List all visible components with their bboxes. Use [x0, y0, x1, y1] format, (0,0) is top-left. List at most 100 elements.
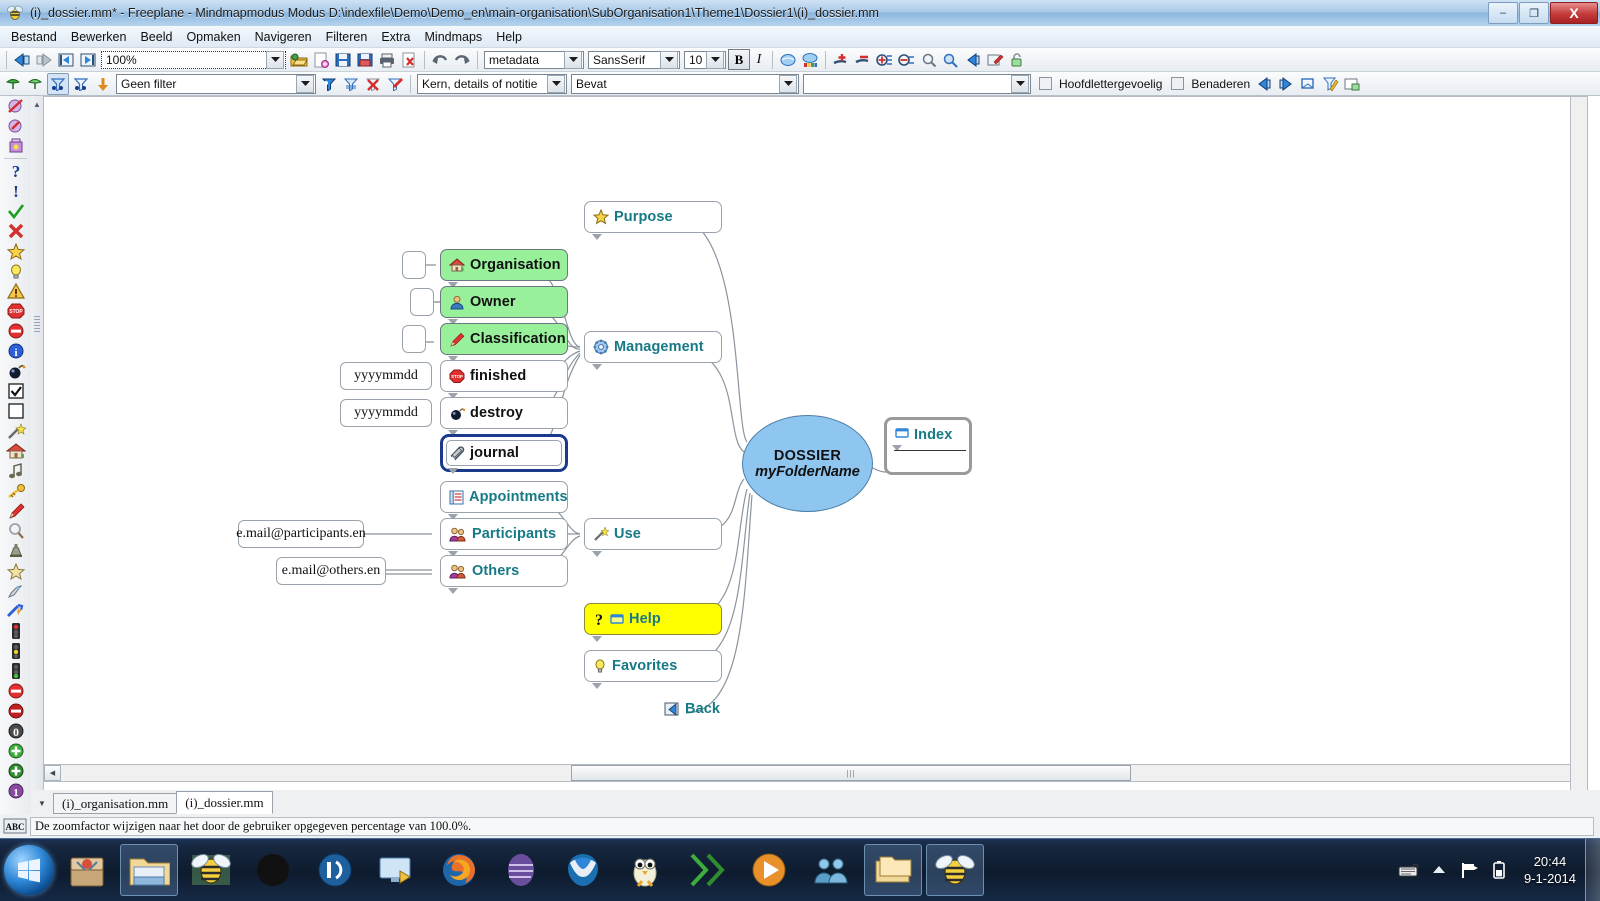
pencil-icon[interactable] — [4, 501, 28, 521]
checkmark-icon[interactable] — [4, 201, 28, 221]
taskbar-item-thunderbird[interactable] — [554, 844, 612, 896]
menu-bewerken[interactable]: Bewerken — [64, 28, 134, 46]
menu-opmaken[interactable]: Opmaken — [179, 28, 247, 46]
taskbar-item-purple-app[interactable] — [492, 844, 550, 896]
save-as-icon[interactable] — [355, 50, 375, 70]
bomb-icon[interactable] — [4, 361, 28, 381]
tab-dropdown-icon[interactable]: ▼ — [31, 792, 53, 814]
node-organisation[interactable]: Organisation — [440, 249, 568, 281]
attribute-owner[interactable] — [410, 288, 434, 316]
print-icon[interactable] — [377, 50, 397, 70]
attribute-finished[interactable]: yyyymmdd — [340, 362, 432, 390]
vertical-scrollbar[interactable] — [1570, 96, 1588, 818]
filter-selected-nodes-icon[interactable] — [47, 73, 69, 95]
music-note-icon[interactable] — [4, 461, 28, 481]
root-node[interactable]: DOSSIER myFolderName — [742, 415, 873, 512]
show-hidden-icons-icon[interactable] — [1424, 855, 1454, 885]
warning-triangle-icon[interactable] — [4, 281, 28, 301]
rocket-icon[interactable] — [4, 581, 28, 601]
chevron-down-icon[interactable] — [779, 75, 797, 93]
menu-beeld[interactable]: Beeld — [133, 28, 179, 46]
tab-organisation[interactable]: (i)_organisation.mm — [53, 793, 177, 814]
key-icon[interactable] — [4, 481, 28, 501]
magic-wand-icon[interactable] — [4, 421, 28, 441]
wrench-lightning-icon[interactable] — [4, 601, 28, 621]
chevron-down-icon[interactable] — [266, 51, 284, 69]
redo-icon[interactable] — [452, 50, 472, 70]
node-help[interactable]: ? Help — [584, 603, 722, 635]
node-finished[interactable]: STOP finished — [440, 360, 568, 392]
approximate-checkbox[interactable] — [1171, 77, 1184, 90]
filter-selection-icon[interactable] — [1298, 74, 1318, 94]
chevron-down-icon[interactable] — [564, 51, 582, 69]
node-purpose[interactable]: Purpose — [584, 201, 722, 233]
attribute-participants[interactable]: e.mail@participants.en — [238, 520, 364, 548]
hscroll-thumb[interactable]: ||| — [571, 765, 1131, 781]
edit-node-icon[interactable] — [985, 50, 1005, 70]
navigate-forward-icon[interactable] — [34, 50, 54, 70]
filter-search-combo[interactable] — [803, 74, 1031, 94]
taskbar-item-mediaplayer[interactable] — [740, 844, 798, 896]
traffic-light-green-icon[interactable] — [4, 661, 28, 681]
menu-navigeren[interactable]: Navigeren — [248, 28, 319, 46]
filter-previous-icon[interactable] — [1254, 74, 1274, 94]
node-use[interactable]: Use — [584, 518, 722, 550]
mindmap-canvas[interactable]: DOSSIER myFolderName Index Purpose — [43, 96, 1588, 818]
apply-filter-down-icon[interactable] — [93, 74, 113, 94]
node-favorites[interactable]: Favorites — [584, 650, 722, 682]
node-participants[interactable]: Participants — [440, 518, 568, 550]
save-icon[interactable] — [333, 50, 353, 70]
add-connector-icon[interactable] — [831, 50, 851, 70]
taskbar-item-users[interactable] — [802, 844, 860, 896]
taskbar-item-folders[interactable] — [864, 844, 922, 896]
taskbar-item-pidgin[interactable] — [616, 844, 674, 896]
fold-marker[interactable] — [448, 588, 458, 594]
taskbar-item-obs[interactable] — [244, 844, 302, 896]
horizontal-scrollbar[interactable]: ◀ ||| ▶ — [43, 764, 1588, 782]
info-icon[interactable]: i — [4, 341, 28, 361]
bold-button[interactable]: B — [728, 49, 750, 70]
filter-uphill-icon[interactable] — [3, 74, 23, 94]
node-back[interactable]: Back — [656, 695, 756, 723]
clear-filter-icon[interactable] — [363, 74, 383, 94]
bell-icon[interactable] — [4, 541, 28, 561]
increase-branch-icon[interactable] — [875, 50, 895, 70]
node-destroy[interactable]: destroy — [440, 397, 568, 429]
fold-marker[interactable] — [592, 683, 602, 689]
restore-button[interactable]: ❐ — [1519, 2, 1549, 24]
fontsize-combo[interactable]: 10 — [684, 51, 726, 69]
minimize-button[interactable]: – — [1488, 2, 1518, 24]
lightbulb-icon[interactable] — [4, 261, 28, 281]
font-combo[interactable]: SansSerif — [588, 51, 680, 69]
chevron-down-icon[interactable] — [660, 51, 678, 69]
case-sensitive-checkbox-wrap[interactable]: Hoofdlettergevoelig — [1039, 77, 1165, 91]
menu-filteren[interactable]: Filteren — [319, 28, 375, 46]
taskbar-item-remote-desktop[interactable] — [368, 844, 426, 896]
scroll-left-button[interactable]: ◀ — [44, 765, 61, 781]
edit-filter-icon[interactable] — [319, 74, 339, 94]
chevron-up-icon[interactable]: ▲ — [32, 98, 42, 110]
filter-next-icon[interactable] — [1276, 74, 1296, 94]
node-management[interactable]: Management — [584, 331, 722, 363]
taskbar-item-media[interactable] — [306, 844, 364, 896]
show-desktop-button[interactable] — [1585, 839, 1600, 901]
node-color-icon[interactable] — [778, 50, 798, 70]
case-sensitive-checkbox[interactable] — [1039, 77, 1052, 90]
star-outline-icon[interactable] — [4, 561, 28, 581]
traffic-light-red-icon[interactable] — [4, 621, 28, 641]
star-yellow-icon[interactable] — [4, 241, 28, 261]
decrease-branch-icon[interactable] — [897, 50, 917, 70]
fold-marker[interactable] — [448, 468, 458, 474]
checkbox-checked-icon[interactable] — [4, 381, 28, 401]
filter-descendants-icon[interactable] — [71, 74, 91, 94]
chevron-down-icon[interactable] — [1011, 75, 1029, 93]
one-purple-icon[interactable]: 1 — [4, 781, 28, 801]
traffic-light-yellow-icon[interactable] — [4, 641, 28, 661]
icon-chooser-icon[interactable] — [4, 136, 28, 156]
attribute-destroy[interactable]: yyyymmdd — [340, 399, 432, 427]
search-icon[interactable] — [4, 521, 28, 541]
close-map-icon[interactable] — [399, 50, 419, 70]
fold-marker[interactable] — [592, 234, 602, 240]
menu-help[interactable]: Help — [489, 28, 529, 46]
taskbar-item-toolbox[interactable] — [58, 844, 116, 896]
